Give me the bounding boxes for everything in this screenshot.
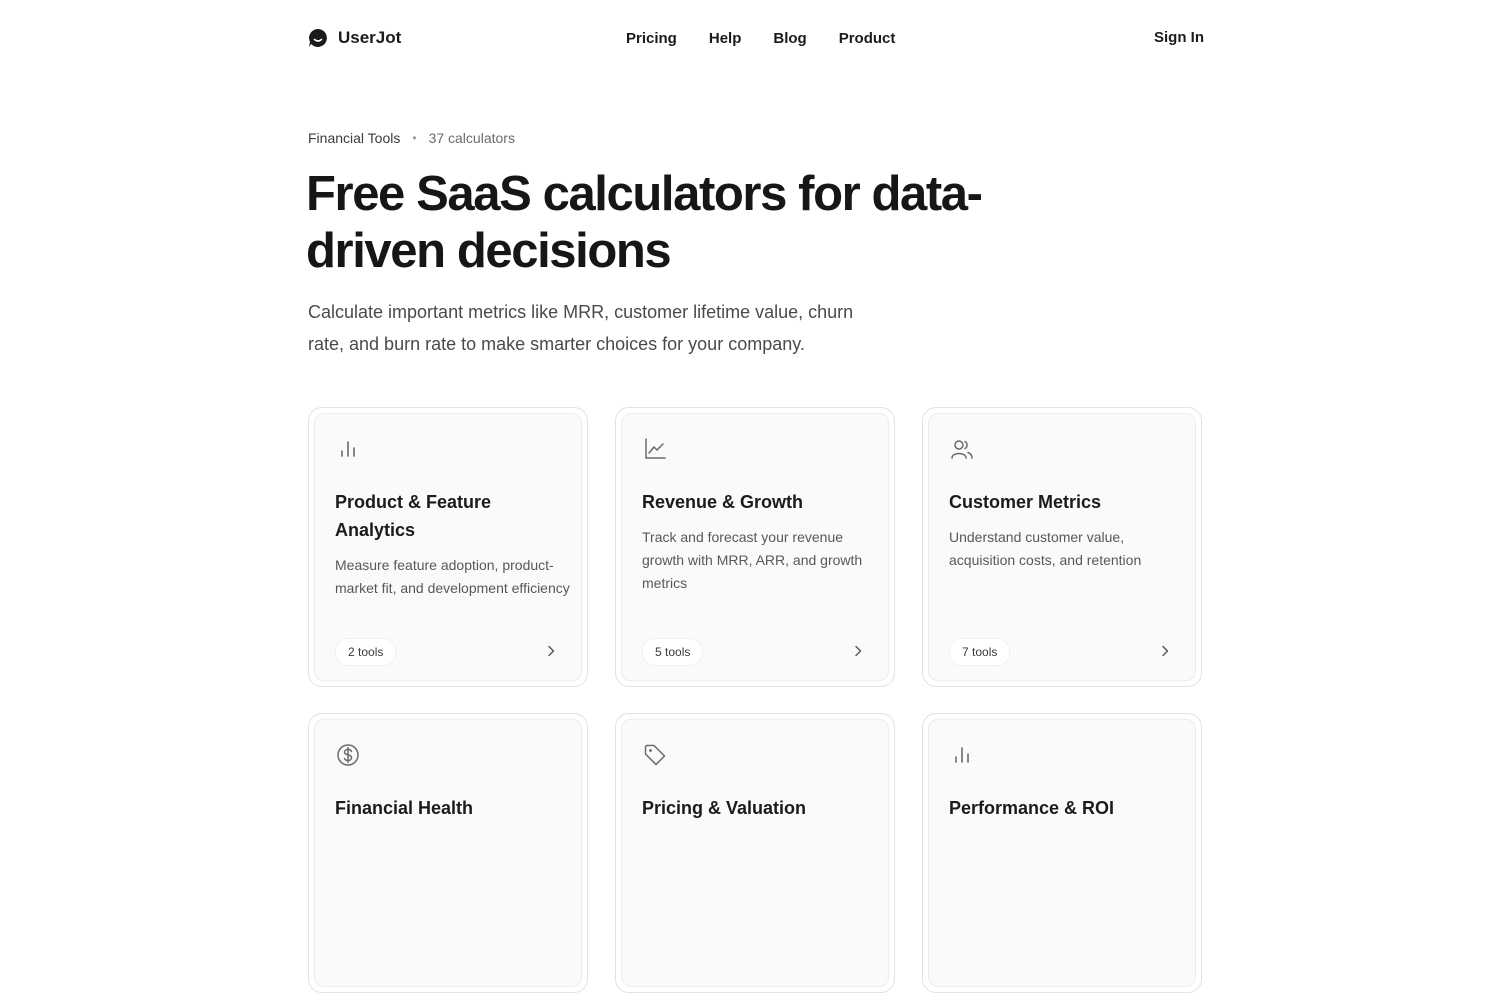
logo[interactable]: UserJot: [308, 24, 401, 52]
page-subtitle: Calculate important metrics like MRR, cu…: [308, 302, 854, 354]
category-card-financial-health[interactable]: Financial Health: [308, 713, 588, 993]
card-description: Understand customer value, acquisition c…: [949, 529, 1142, 568]
bar-chart-icon: [335, 436, 361, 462]
category-card-performance-roi[interactable]: Performance & ROI: [922, 713, 1202, 993]
chevron-right-icon[interactable]: [543, 643, 559, 659]
breadcrumb: Financial Tools • 37 calculators: [308, 128, 515, 148]
tool-count-badge: 5 tools: [642, 638, 704, 666]
bar-chart-icon: [949, 742, 975, 768]
card-body: Performance & ROI: [928, 719, 1196, 987]
calculator-count: 37 calculators: [428, 130, 515, 146]
tool-count-badge: 7 tools: [949, 638, 1011, 666]
site-header: UserJot Pricing Help Blog Product Sign I…: [308, 24, 1204, 52]
tag-icon: [642, 742, 668, 768]
card-body: Pricing & Valuation: [621, 719, 889, 987]
nav-blog[interactable]: Blog: [773, 30, 806, 47]
card-title: Performance & ROI: [949, 798, 1115, 818]
card-body: Customer Metrics Understand customer val…: [928, 413, 1196, 681]
logo-icon: [309, 29, 327, 47]
chevron-right-icon[interactable]: [850, 643, 866, 659]
card-title: Revenue & Growth: [642, 492, 804, 512]
users-icon: [949, 436, 975, 462]
nav-pricing[interactable]: Pricing: [626, 30, 677, 47]
card-title: Product & Feature Analytics: [335, 492, 492, 540]
category-card-customer-metrics[interactable]: Customer Metrics Understand customer val…: [922, 407, 1202, 687]
dollar-circle-icon: [335, 742, 361, 768]
line-chart-icon: [642, 436, 668, 462]
card-description: Measure feature adoption, product-market…: [335, 557, 570, 596]
card-title: Financial Health: [335, 798, 474, 818]
main-nav: Pricing Help Blog Product: [626, 24, 895, 52]
category-card-product-analytics[interactable]: Product & Feature Analytics Measure feat…: [308, 407, 588, 687]
card-description: Track and forecast your revenue growth w…: [642, 529, 863, 591]
card-title: Pricing & Valuation: [642, 798, 807, 818]
nav-help[interactable]: Help: [709, 30, 742, 47]
category-card-revenue-growth[interactable]: Revenue & Growth Track and forecast your…: [615, 407, 895, 687]
breadcrumb-separator: •: [412, 131, 417, 145]
category-card-pricing-valuation[interactable]: Pricing & Valuation: [615, 713, 895, 993]
card-title: Customer Metrics: [949, 492, 1102, 512]
breadcrumb-category[interactable]: Financial Tools: [308, 130, 400, 146]
logo-text: UserJot: [338, 28, 402, 47]
chevron-right-icon[interactable]: [1157, 643, 1173, 659]
card-body: Financial Health: [314, 719, 582, 987]
card-body: Product & Feature Analytics Measure feat…: [314, 413, 582, 681]
page-title: Free SaaS calculators for data-driven de…: [306, 167, 983, 278]
sign-in-link[interactable]: Sign In: [1154, 24, 1204, 52]
tool-count-badge: 2 tools: [335, 638, 397, 666]
nav-product[interactable]: Product: [839, 30, 896, 47]
card-body: Revenue & Growth Track and forecast your…: [621, 413, 889, 681]
